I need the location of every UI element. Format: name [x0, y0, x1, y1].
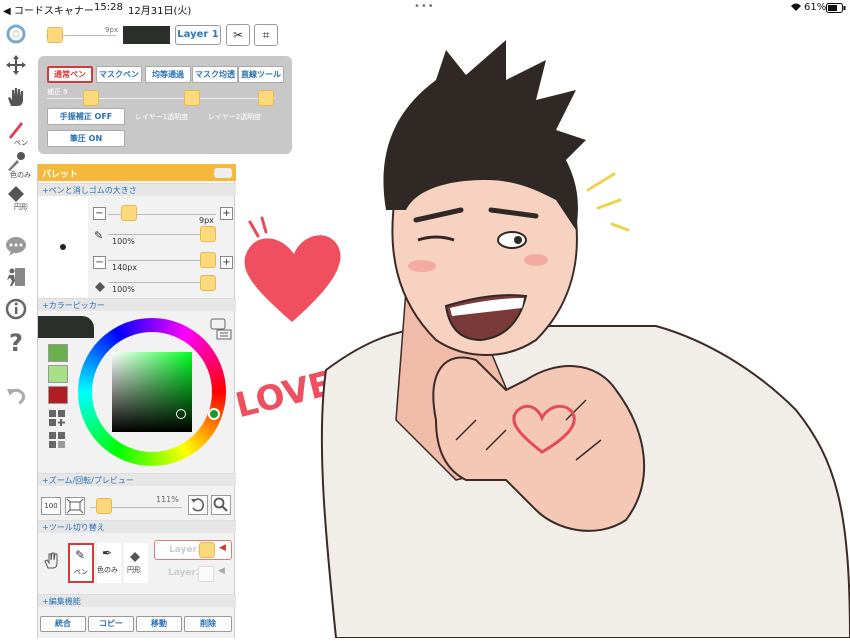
exit-icon[interactable] [3, 266, 29, 292]
brush-size-slider[interactable] [47, 27, 63, 43]
correction-label: 補正 9 [47, 88, 68, 96]
layer-button[interactable]: Layer 1 [175, 25, 221, 45]
pen-mode-mask[interactable]: マスクペン [96, 66, 142, 83]
tool-label-color: 色のみ [10, 171, 31, 179]
pen-size-minus-button[interactable]: − [93, 207, 106, 220]
back-to-app-link[interactable]: ◀ コードスキャナー [3, 2, 94, 17]
pressure-toggle[interactable]: 筆圧 ON [47, 130, 125, 147]
help-icon[interactable]: ? [3, 330, 29, 356]
move-icon[interactable] [3, 54, 29, 80]
pen-mode-mask-even[interactable]: マスク均透 [192, 66, 238, 83]
layer1-switch[interactable]: Layer1 ◀ [154, 540, 232, 560]
palette-header: パレット [38, 164, 236, 181]
switch-pen-button[interactable]: ✎ ペン [68, 543, 94, 583]
undo-icon[interactable] [3, 384, 29, 410]
battery-icon [826, 3, 846, 16]
manage-colors-icon[interactable] [48, 431, 68, 449]
section-edit[interactable]: +編集機能 [38, 594, 236, 607]
status-bar: ◀ コードスキャナー 15:28 12月31日(火) ••• 61% [0, 0, 850, 17]
switch-hand-icon[interactable] [42, 550, 64, 572]
drawing-canvas[interactable]: LOVE [232, 40, 850, 639]
switch-eyedropper-icon: ✒ [102, 546, 113, 560]
color-wheel[interactable] [78, 318, 226, 466]
brush-preview [38, 196, 88, 298]
multitask-dots[interactable]: ••• [414, 1, 435, 12]
layer2-switch-knob [198, 566, 214, 582]
section-brush-size[interactable]: +ペンと消しゴムの大きさ [38, 183, 236, 196]
canvas-illustration: LOVE [232, 40, 850, 639]
switch-eraser-button[interactable]: 円形 [124, 543, 148, 583]
chat-icon[interactable] [3, 236, 29, 262]
zoom-100-button[interactable]: 100 [41, 497, 61, 515]
switch-color-button[interactable]: ✒ 色のみ [97, 543, 121, 583]
color-swatch-light-green[interactable] [48, 365, 68, 383]
pen-size-slider[interactable] [121, 205, 137, 221]
eraser-opacity-value: 100% [112, 285, 135, 294]
pen-opacity-slider[interactable] [200, 226, 216, 242]
status-time: 15:28 [94, 2, 123, 13]
palette-title: パレット [42, 170, 79, 180]
section-color-picker[interactable]: +カラーピッカー [38, 298, 236, 311]
section-tool-switch[interactable]: +ツール切り替え [38, 520, 236, 533]
switch-pen-label: ペン [74, 568, 88, 576]
layer1-switch-knob [199, 542, 215, 558]
pen-opacity-icon: ✎ [94, 229, 104, 242]
info-icon[interactable] [3, 298, 29, 324]
pen-size-plus-button[interactable]: + [220, 207, 233, 220]
brush-preview-dot [60, 244, 66, 250]
delete-button[interactable]: 削除 [184, 616, 232, 632]
pen-size-value: 9px [199, 216, 214, 225]
palette-panel: パレット +ペンと消しゴムの大きさ − 9px + ✎ 100% − 140px… [37, 164, 236, 638]
brush-size-value: 9px [105, 26, 119, 34]
battery-percent: 61% [804, 2, 827, 13]
switch-eraser-label: 円形 [127, 566, 141, 574]
pen-mode-normal[interactable]: 通常ペン [47, 66, 93, 83]
wifi-icon [790, 2, 802, 15]
switch-color-label: 色のみ [97, 566, 118, 574]
hand-icon[interactable] [3, 86, 29, 112]
palette-collapse-button[interactable] [214, 168, 232, 178]
color-sv-handle[interactable] [176, 409, 186, 419]
eraser-size-plus-button[interactable]: + [220, 256, 233, 269]
hand-correction-toggle[interactable]: 手振補正 OFF [47, 108, 125, 125]
eraser-size-minus-button[interactable]: − [93, 256, 106, 269]
zoom-level: 111% [156, 495, 179, 504]
copy-button[interactable]: コピー [88, 616, 134, 632]
zoom-slider[interactable] [96, 498, 112, 514]
pen-opacity-value: 100% [112, 237, 135, 246]
color-mode-icon[interactable] [210, 318, 232, 340]
pen-mode-even[interactable]: 均等通過 [145, 66, 191, 83]
current-color-swatch[interactable] [123, 26, 170, 44]
eraser-opacity-icon [94, 277, 106, 296]
rotate-icon[interactable] [188, 495, 208, 515]
saturation-value-square[interactable] [112, 352, 192, 432]
color-swatch-red[interactable] [48, 386, 68, 404]
layer2-switch[interactable]: Layer2 ◀ [154, 564, 232, 584]
color-wheel-icon[interactable] [3, 24, 29, 50]
layer2-arrow-icon: ◀ [218, 566, 225, 576]
color-hue-handle[interactable] [208, 408, 220, 420]
layer1-arrow-icon: ◀ [219, 543, 226, 553]
color-swatch-green[interactable] [48, 344, 68, 362]
eraser-size-slider[interactable] [200, 252, 216, 268]
fit-screen-icon[interactable] [65, 497, 85, 515]
switch-eraser-icon [129, 547, 141, 566]
eraser-opacity-slider[interactable] [200, 275, 216, 291]
preview-search-icon[interactable] [211, 495, 231, 515]
layer1-opacity-slider[interactable] [184, 90, 200, 106]
layer1-opacity-label: レイヤー1透明度 [135, 113, 189, 121]
move-button[interactable]: 移動 [136, 616, 182, 632]
tool-label-circle: 円形 [14, 203, 28, 211]
switch-pen-icon: ✎ [75, 548, 86, 562]
correction-slider[interactable] [83, 90, 99, 106]
section-zoom[interactable]: +ズーム/回転/プレビュー [38, 473, 236, 486]
eraser-size-value: 140px [112, 263, 138, 272]
merge-button[interactable]: 統合 [40, 616, 86, 632]
status-date: 12月31日(火) [128, 6, 192, 17]
tool-label-pen: ペン [14, 139, 28, 147]
add-color-icon[interactable] [48, 409, 68, 427]
